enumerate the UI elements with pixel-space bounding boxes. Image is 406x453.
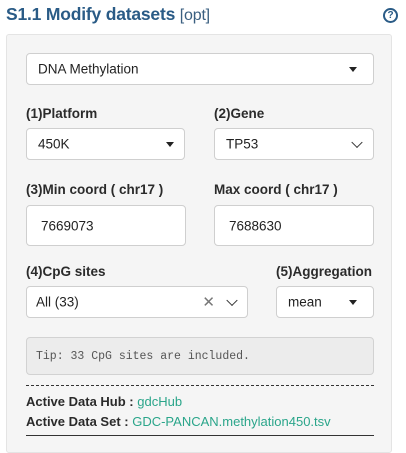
platform-label: (1)Platform bbox=[26, 106, 98, 121]
chevron-down-icon bbox=[226, 294, 238, 307]
optional-tag: [opt] bbox=[179, 7, 210, 24]
min-coord-input[interactable]: 7669073 bbox=[26, 205, 186, 246]
max-coord-value: 7688630 bbox=[229, 218, 282, 233]
tip-box: Tip: 33 CpG sites are included. bbox=[26, 337, 374, 375]
caret-down-icon bbox=[166, 142, 174, 147]
gene-label: (2)Gene bbox=[214, 106, 265, 121]
aggregation-label: (5)Aggregation bbox=[276, 264, 372, 279]
gene-select[interactable]: TP53 bbox=[214, 128, 374, 160]
caret-down-icon bbox=[349, 300, 357, 305]
clear-icon[interactable]: ✕ bbox=[202, 293, 215, 311]
caret-down-icon bbox=[349, 67, 357, 72]
tip-text: Tip: 33 CpG sites are included. bbox=[36, 350, 250, 363]
modify-datasets-panel: DNA Methylation (1)Platform 450K (2)Gene… bbox=[6, 34, 392, 453]
cpg-sites-label: (4)CpG sites bbox=[26, 264, 106, 279]
section-title: S1.1 Modify datasets [opt] bbox=[6, 4, 210, 25]
gene-value: TP53 bbox=[226, 136, 259, 152]
min-coord-label: (3)Min coord ( chr17 ) bbox=[26, 182, 164, 197]
active-data-set: Active Data Set : GDC-PANCAN.methylation… bbox=[26, 414, 331, 429]
solid-divider bbox=[26, 435, 374, 436]
chevron-down-icon bbox=[351, 136, 363, 149]
active-data-hub-label: Active Data Hub : bbox=[26, 394, 134, 409]
platform-select[interactable]: 450K bbox=[26, 128, 185, 160]
platform-value: 450K bbox=[38, 136, 70, 152]
aggregation-value: mean bbox=[288, 294, 322, 310]
min-coord-value: 7669073 bbox=[41, 218, 94, 233]
section-title-text: S1.1 Modify datasets bbox=[6, 4, 176, 24]
max-coord-label: Max coord ( chr17 ) bbox=[214, 182, 338, 197]
active-data-set-link[interactable]: GDC-PANCAN.methylation450.tsv bbox=[132, 414, 330, 429]
dashed-divider bbox=[26, 385, 374, 386]
section-header: S1.1 Modify datasets [opt] ? bbox=[6, 0, 402, 30]
active-data-hub: Active Data Hub : gdcHub bbox=[26, 394, 182, 409]
active-data-set-label: Active Data Set : bbox=[26, 414, 129, 429]
active-data-hub-link[interactable]: gdcHub bbox=[137, 394, 182, 409]
aggregation-select[interactable]: mean bbox=[276, 286, 374, 318]
question-circle-icon[interactable]: ? bbox=[383, 8, 398, 23]
dataset-type-select[interactable]: DNA Methylation bbox=[26, 53, 374, 85]
cpg-sites-value: All (33) bbox=[36, 294, 79, 310]
dataset-type-value: DNA Methylation bbox=[38, 61, 139, 77]
cpg-sites-select[interactable]: All (33) ✕ bbox=[26, 286, 248, 318]
max-coord-input[interactable]: 7688630 bbox=[214, 205, 374, 246]
